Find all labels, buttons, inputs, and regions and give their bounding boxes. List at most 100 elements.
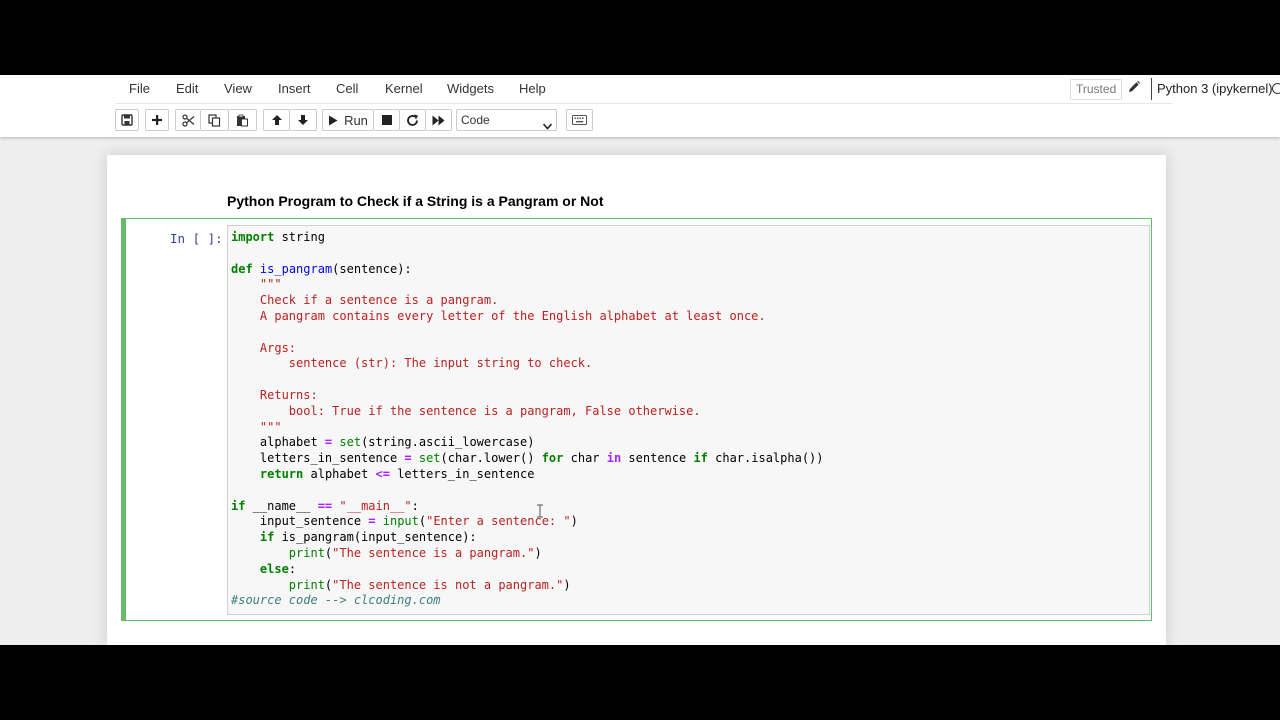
code-token: ) <box>570 514 578 529</box>
code-token: else <box>259 561 289 576</box>
code-token: string <box>274 230 325 244</box>
code-line: letters_in_sentence = set(char.lower() f… <box>231 451 824 467</box>
code-line: print("The sentence is a pangram.") <box>231 546 824 562</box>
pencil-icon[interactable] <box>1127 80 1143 96</box>
code-line: A pangram contains every letter of the E… <box>231 309 824 325</box>
code-token: bool: True if the sentence is a pangram,… <box>231 403 701 418</box>
cell-type-select[interactable]: Code <box>456 109 557 131</box>
move-cell-up-button[interactable] <box>263 109 290 131</box>
code-token: : <box>288 561 297 576</box>
code-editor[interactable]: import string def is_pangram(sentence): … <box>227 225 1150 615</box>
code-line: bool: True if the sentence is a pangram,… <box>231 404 824 420</box>
code-line: else: <box>231 562 824 578</box>
code-token: is_pangram <box>259 261 333 276</box>
menu-insert[interactable]: Insert <box>278 81 311 96</box>
code-token: char <box>563 451 607 466</box>
save-button[interactable] <box>115 109 139 131</box>
keyboard-icon <box>572 115 587 125</box>
restart-icon <box>406 114 419 127</box>
code-token: char.isalpha()) <box>707 451 824 466</box>
restart-kernel-button[interactable] <box>400 109 426 131</box>
menu-file[interactable]: File <box>129 81 150 96</box>
code-token: is_pangram(input_sentence): <box>274 530 477 545</box>
code-token: print <box>288 577 325 592</box>
command-palette-button[interactable] <box>566 109 593 131</box>
code-line: def is_pangram(sentence): <box>231 262 824 278</box>
cell-type-value: Code <box>461 113 490 127</box>
run-cell-button[interactable]: Run <box>322 109 374 131</box>
code-token: alphabet <box>231 435 325 450</box>
code-token: print <box>288 545 325 560</box>
code-token: for <box>541 451 564 466</box>
code-line: Returns: <box>231 388 824 404</box>
code-line: return alphabet <= letters_in_sentence <box>231 467 824 483</box>
paste-cell-button[interactable] <box>229 109 257 131</box>
code-content: import string def is_pangram(sentence): … <box>231 230 824 609</box>
insert-cell-button[interactable] <box>145 109 169 131</box>
run-label: Run <box>344 112 368 128</box>
code-token: sentence (str): The input string to chec… <box>231 356 593 371</box>
move-cell-down-button[interactable] <box>290 109 317 131</box>
code-token: if <box>693 451 708 466</box>
notebook-header: File Edit View Insert Cell Kernel Widget… <box>0 75 1280 137</box>
code-token: == <box>317 498 333 513</box>
menu-edit[interactable]: Edit <box>176 81 198 96</box>
code-token: (string.ascii_lowercase) <box>361 435 535 450</box>
code-token: if <box>231 498 246 513</box>
code-token: : <box>411 498 419 513</box>
restart-run-all-button[interactable] <box>426 109 452 131</box>
code-line: print("The sentence is not a pangram.") <box>231 578 824 594</box>
code-line: import string <box>231 230 824 246</box>
code-token: = <box>404 451 412 466</box>
jupyter-notebook-app: File Edit View Insert Cell Kernel Widget… <box>0 75 1280 645</box>
chevron-down-icon <box>542 116 553 136</box>
markdown-heading[interactable]: Python Program to Check if a String is a… <box>227 193 604 209</box>
plus-icon <box>151 114 163 126</box>
code-line: #source code --> clcoding.com <box>231 593 824 609</box>
text-cursor-icon <box>536 504 544 518</box>
interrupt-kernel-button[interactable] <box>374 109 400 131</box>
code-cell[interactable]: In [ ]: import string def is_pangram(sen… <box>121 218 1152 621</box>
menu-cell[interactable]: Cell <box>336 81 358 96</box>
code-token: (char.lower() <box>440 451 542 466</box>
kernel-name[interactable]: Python 3 (ipykernel) <box>1157 81 1273 96</box>
code-token: A pangram contains every letter of the E… <box>231 308 766 323</box>
code-token: #source code --> clcoding.com <box>231 593 441 608</box>
input-prompt: In [ ]: <box>170 231 223 246</box>
menu-widgets[interactable]: Widgets <box>447 81 494 96</box>
menu-view[interactable]: View <box>224 81 252 96</box>
save-icon <box>121 114 133 126</box>
code-line: if __name__ == "__main__": <box>231 499 824 515</box>
kernel-idle-indicator-icon <box>1272 83 1280 94</box>
code-token: input <box>382 514 419 529</box>
menu-help[interactable]: Help <box>519 81 546 96</box>
code-line: input_sentence = input("Enter a sentence… <box>231 514 824 530</box>
code-token: alphabet <box>303 466 376 481</box>
menu-kernel[interactable]: Kernel <box>385 81 423 96</box>
code-token: "Enter a sentence: " <box>426 514 571 529</box>
trusted-badge[interactable]: Trusted <box>1070 79 1123 100</box>
copy-cell-button[interactable] <box>201 109 229 131</box>
arrow-down-icon <box>297 114 309 126</box>
play-icon <box>328 115 338 126</box>
code-token: import <box>231 230 275 244</box>
cut-cell-button[interactable] <box>175 109 201 131</box>
code-token: return <box>259 466 304 481</box>
code-token: ) <box>563 577 571 592</box>
code-token: "The sentence is not a pangram." <box>332 577 564 592</box>
code-token: "The sentence is a pangram." <box>332 545 535 560</box>
code-token: def <box>231 261 253 276</box>
code-token: Check if a sentence is a pangram. <box>231 293 499 308</box>
copy-icon <box>208 113 221 127</box>
code-line: """ <box>231 420 824 436</box>
